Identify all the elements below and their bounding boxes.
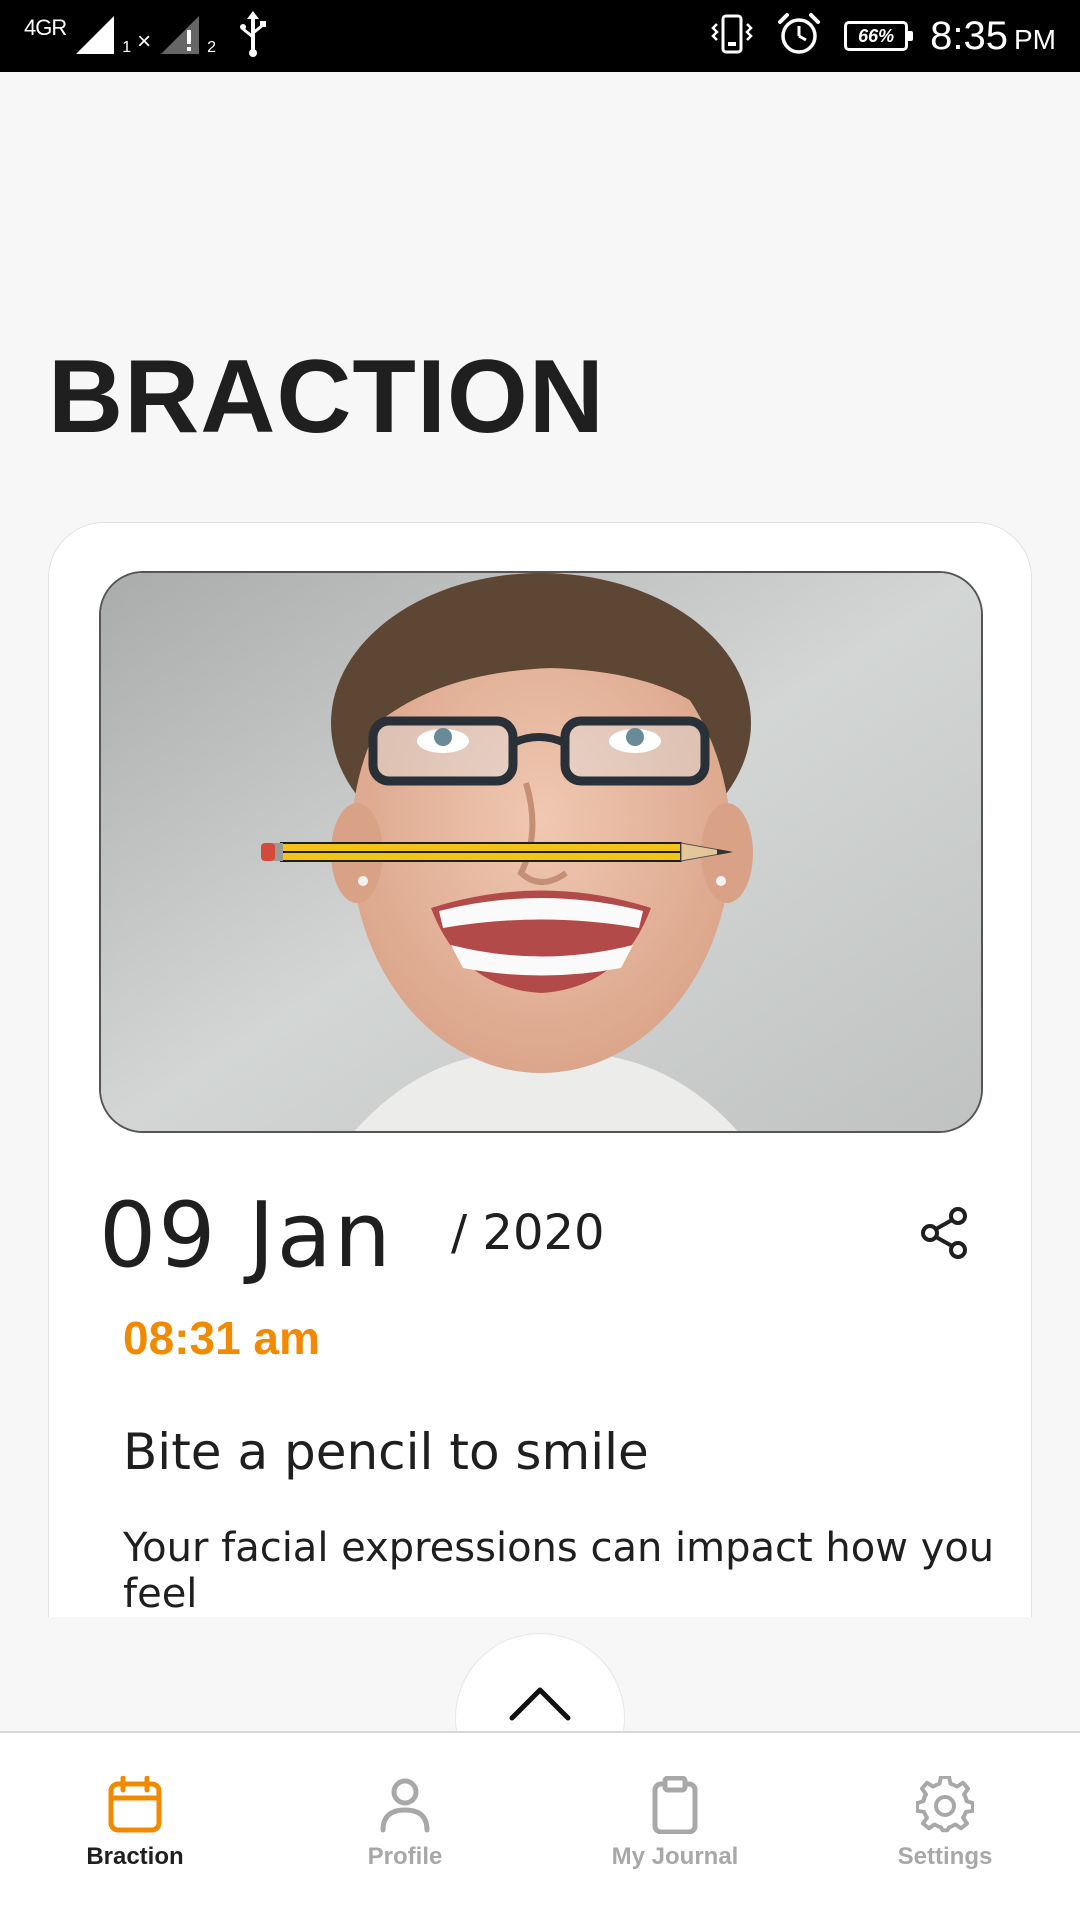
usb-icon xyxy=(238,10,268,62)
person-icon xyxy=(375,1775,435,1835)
nav-item-my-journal[interactable]: My Journal xyxy=(540,1733,810,1920)
sim2-label: 2 xyxy=(207,39,217,56)
page-title: BRACTION xyxy=(48,339,605,455)
status-clock: 8:35 PM xyxy=(930,16,1056,56)
entry-time: 08:31 am xyxy=(123,1312,320,1364)
calendar-icon xyxy=(105,1775,165,1835)
status-left-group: 4GR 1 × 2 xyxy=(24,10,268,62)
nav-label-profile: Profile xyxy=(367,1843,443,1870)
share-button[interactable] xyxy=(915,1203,975,1263)
nav-label-my-journal: My Journal xyxy=(611,1843,739,1870)
tip-description: Your facial expressions can impact how y… xyxy=(123,1525,995,1617)
clock-ampm: PM xyxy=(1014,24,1056,55)
entry-date-year: / 2020 xyxy=(451,1205,605,1261)
clipboard-icon xyxy=(645,1775,705,1835)
tip-image xyxy=(99,571,983,1133)
gear-icon xyxy=(915,1775,975,1835)
bottom-navigation: Braction Profile My Journal Settings xyxy=(0,1731,1080,1920)
nav-item-braction[interactable]: Braction xyxy=(0,1733,270,1920)
chevron-up-icon xyxy=(509,1687,571,1721)
no-signal-icon xyxy=(157,12,201,61)
tip-card: 09 Jan / 2020 08:31 am Bite a pencil to … xyxy=(48,522,1032,1617)
alarm-icon xyxy=(776,11,822,62)
share-icon xyxy=(921,1207,967,1259)
status-bar: 4GR 1 × 2 66% 8:35 PM xyxy=(0,0,1080,72)
nav-item-settings[interactable]: Settings xyxy=(810,1733,1080,1920)
entry-date-day: 09 Jan xyxy=(99,1183,393,1288)
signal-icon xyxy=(72,12,116,61)
vibrate-icon xyxy=(710,12,754,61)
no-data-x-icon: × xyxy=(137,28,152,55)
tip-title: Bite a pencil to smile xyxy=(123,1423,649,1481)
battery-icon: 66% xyxy=(844,21,914,51)
status-right-group: 66% 8:35 PM xyxy=(710,0,1056,72)
nav-label-braction: Braction xyxy=(86,1843,184,1870)
sim1-label: 1 xyxy=(122,39,132,56)
network-type-label: 4GR xyxy=(24,15,67,40)
woman-pencil-illustration xyxy=(101,573,981,1131)
nav-label-settings: Settings xyxy=(897,1843,993,1870)
nav-item-profile[interactable]: Profile xyxy=(270,1733,540,1920)
clock-time: 8:35 xyxy=(930,14,1008,58)
